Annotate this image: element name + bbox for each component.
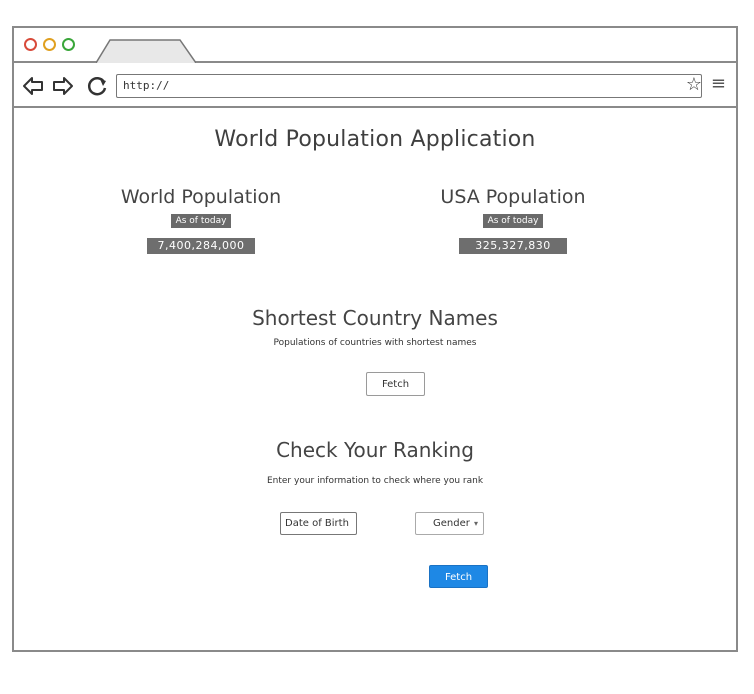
date-of-birth-field[interactable]: Date of Birth [280, 512, 357, 535]
shortest-names-heading: Shortest Country Names [252, 306, 498, 330]
page-title: World Population Application [214, 127, 536, 152]
world-population-count: 7,400,284,000 [147, 238, 255, 254]
ranking-subtitle: Enter your information to check where yo… [266, 476, 484, 486]
shortest-names-subtitle: Populations of countries with shortest n… [273, 338, 477, 348]
fetch-shortest-button[interactable]: Fetch [366, 372, 425, 396]
title-bar [14, 28, 736, 63]
reload-icon[interactable] [86, 75, 108, 97]
usa-as-of-badge: As of today [482, 214, 544, 228]
usa-population-count: 325,327,830 [459, 238, 567, 254]
chevron-down-icon: ▾ [473, 519, 478, 528]
minimize-window-button[interactable] [43, 38, 56, 51]
date-of-birth-placeholder: Date of Birth [285, 518, 349, 529]
world-as-of-badge: As of today [170, 214, 232, 228]
ranking-heading: Check Your Ranking [276, 438, 474, 462]
gender-select-label: Gender [433, 518, 470, 529]
usa-population-heading: USA Population [440, 186, 586, 208]
fetch-ranking-button[interactable]: Fetch [429, 565, 488, 588]
navigation-bar: http:// ☆ ≡ [14, 63, 736, 108]
close-window-button[interactable] [24, 38, 37, 51]
maximize-window-button[interactable] [62, 38, 75, 51]
world-population-heading: World Population [120, 186, 282, 208]
browser-window: http:// ☆ ≡ World Population Application… [12, 26, 738, 652]
world-population-panel: World Population As of today 7,400,284,0… [71, 186, 331, 254]
url-text: http:// [123, 79, 170, 92]
menu-icon[interactable]: ≡ [711, 74, 726, 94]
address-bar[interactable]: http:// [116, 74, 702, 98]
forward-arrow-icon[interactable] [52, 75, 74, 97]
bookmark-star-icon[interactable]: ☆ [686, 75, 702, 95]
gender-select[interactable]: Gender ▾ [415, 512, 484, 535]
browser-tab[interactable] [96, 38, 196, 63]
page-content: World Population Application World Popul… [14, 108, 736, 652]
usa-population-panel: USA Population As of today 325,327,830 [383, 186, 643, 254]
back-arrow-icon[interactable] [22, 75, 44, 97]
